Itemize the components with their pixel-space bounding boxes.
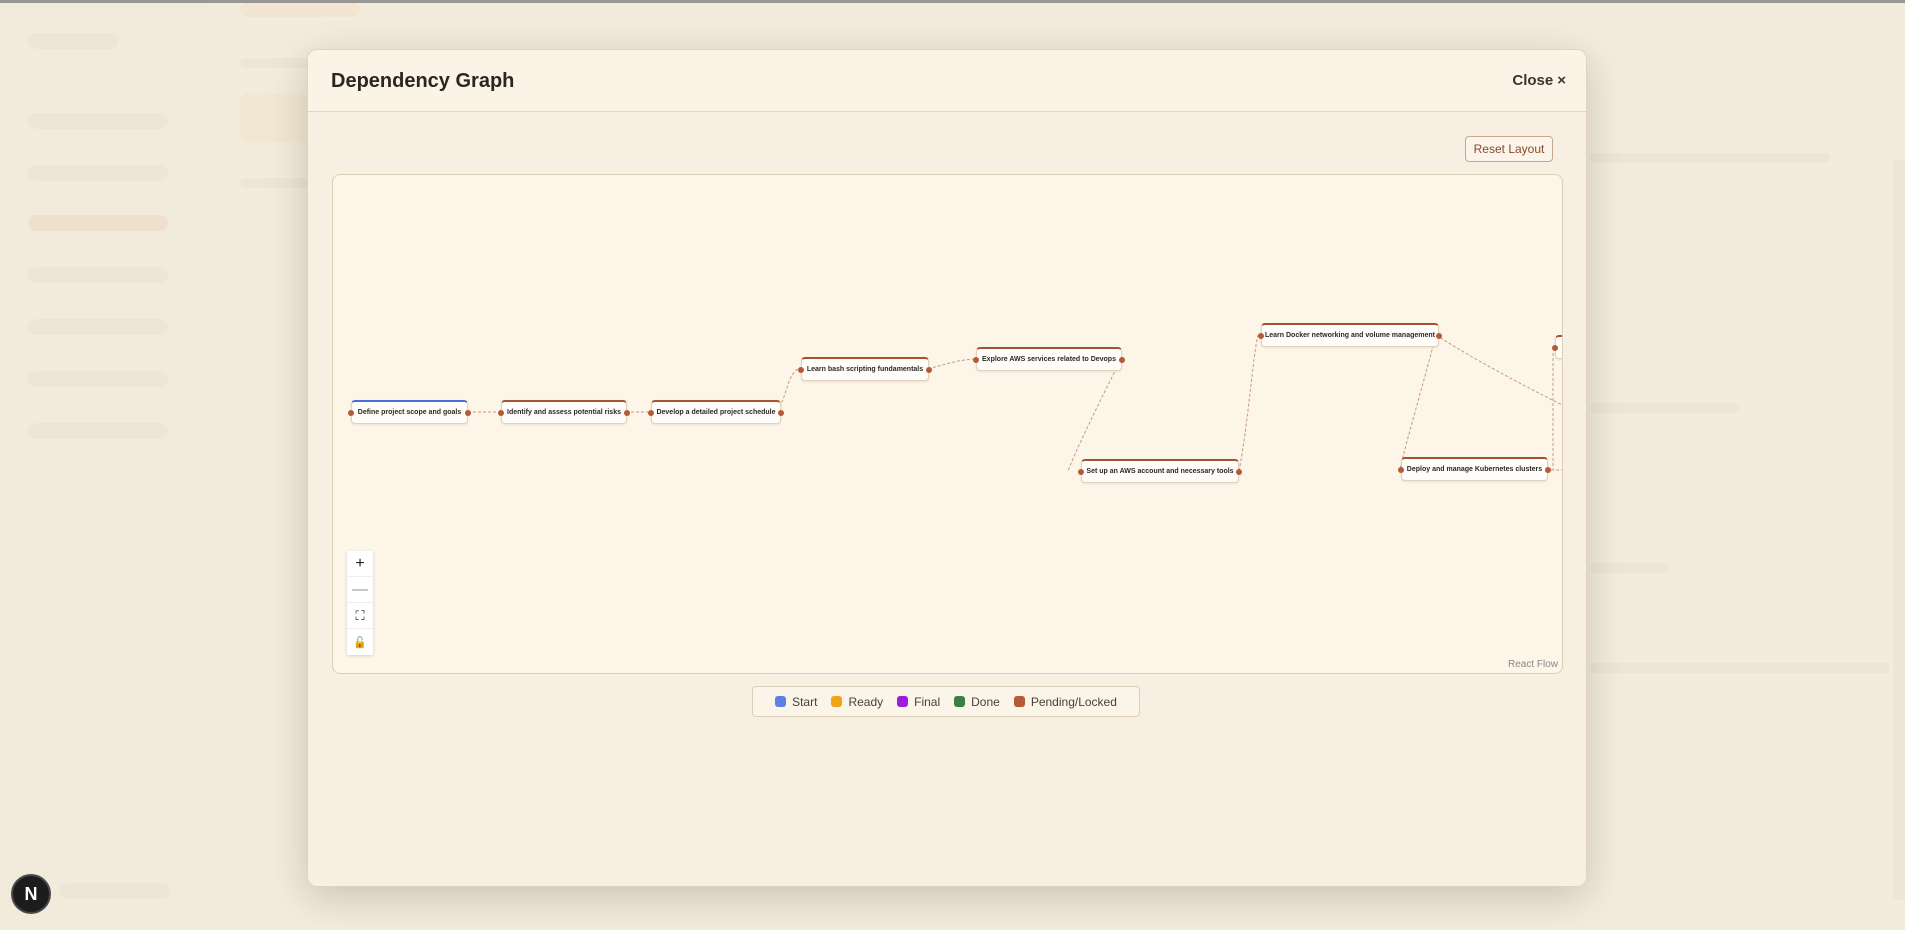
legend-item-ready: Ready bbox=[831, 695, 883, 709]
legend-swatch bbox=[1013, 696, 1025, 707]
node-target-handle[interactable] bbox=[498, 409, 504, 416]
zoom-in-button[interactable]: + bbox=[347, 551, 373, 577]
modal-title: Dependency Graph bbox=[331, 70, 515, 92]
node-label: Define project scope and goals bbox=[357, 409, 462, 416]
legend-item-start: Start bbox=[775, 695, 817, 709]
modal-header: Dependency Graph Close × bbox=[308, 50, 1586, 112]
legend-swatch bbox=[897, 696, 909, 707]
close-button[interactable]: Close × bbox=[1512, 72, 1566, 89]
badge-letter: N bbox=[24, 883, 38, 904]
node-source-handle[interactable] bbox=[624, 409, 630, 416]
node-target-handle[interactable] bbox=[1078, 468, 1084, 475]
legend-label: Start bbox=[792, 694, 818, 709]
legend-item-pending: Pending/Locked bbox=[1013, 694, 1117, 709]
graph-node-aws-services[interactable]: Explore AWS services related to Devops bbox=[973, 347, 1125, 371]
node-target-handle[interactable] bbox=[348, 409, 354, 416]
node-label: Explore AWS services related to Devops bbox=[982, 356, 1116, 363]
node-label: Set up an AWS account and necessary tool… bbox=[1086, 468, 1234, 475]
graph-node-project-schedule[interactable]: Develop a detailed project schedule bbox=[648, 400, 784, 424]
legend-swatch bbox=[775, 696, 787, 707]
node-source-handle[interactable] bbox=[1436, 332, 1442, 339]
legend-label: Pending/Locked bbox=[1030, 694, 1117, 709]
edge bbox=[1238, 334, 1259, 472]
node-source-handle[interactable] bbox=[1119, 356, 1125, 363]
legend-item-final: Final bbox=[897, 695, 940, 709]
legend-label: Ready bbox=[848, 694, 884, 709]
dependency-graph-modal: Dependency Graph Close × Reset Layout De… bbox=[307, 49, 1587, 887]
graph-node-assess-risks[interactable]: Identify and assess potential risks bbox=[498, 400, 630, 424]
node-target-handle[interactable] bbox=[1552, 344, 1558, 351]
graph-node-docker-networking[interactable]: Learn Docker networking and volume manag… bbox=[1258, 323, 1442, 347]
legend-label: Done bbox=[971, 694, 1000, 709]
zoom-out-button[interactable]: — bbox=[347, 577, 373, 603]
graph-canvas[interactable]: Define project scope and goals Identify … bbox=[332, 174, 1563, 674]
node-target-handle[interactable] bbox=[648, 409, 654, 416]
legend-swatch bbox=[831, 696, 843, 707]
edge bbox=[927, 358, 974, 370]
graph-node-bash-scripting[interactable]: Learn bash scripting fundamentals bbox=[798, 357, 932, 381]
node-source-handle[interactable] bbox=[778, 409, 784, 416]
node-label: Identify and assess potential risks bbox=[507, 409, 621, 416]
node-source-handle[interactable] bbox=[465, 409, 471, 416]
graph-edges bbox=[468, 334, 1562, 472]
node-source-handle[interactable] bbox=[926, 366, 932, 373]
node-source-handle[interactable] bbox=[1545, 466, 1551, 473]
status-legend: Start Ready Final Done Pending/Locked bbox=[752, 686, 1140, 717]
node-label: Develop a detailed project schedule bbox=[656, 409, 776, 416]
fit-view-button[interactable]: ⛶ bbox=[347, 603, 373, 629]
close-label: Close bbox=[1512, 72, 1554, 89]
graph-node-kubernetes-clusters[interactable]: Deploy and manage Kubernetes clusters bbox=[1398, 457, 1551, 481]
node-target-handle[interactable] bbox=[1258, 332, 1264, 339]
node-target-handle[interactable] bbox=[798, 366, 804, 373]
react-flow-attribution[interactable]: React Flow bbox=[1508, 659, 1558, 670]
graph-node-offscreen[interactable] bbox=[1552, 335, 1562, 359]
edge bbox=[1067, 358, 1122, 472]
edge bbox=[777, 368, 799, 413]
graph-node-define-scope[interactable]: Define project scope and goals bbox=[348, 400, 471, 424]
node-label: Deploy and manage Kubernetes clusters bbox=[1406, 466, 1543, 473]
graph-node-aws-account[interactable]: Set up an AWS account and necessary tool… bbox=[1078, 459, 1242, 483]
node-label: Learn Docker networking and volume manag… bbox=[1265, 332, 1435, 339]
legend-label: Final bbox=[914, 694, 941, 709]
edge bbox=[1399, 334, 1437, 470]
node-target-handle[interactable] bbox=[1398, 466, 1404, 473]
next-dev-badge[interactable]: N bbox=[11, 874, 51, 914]
legend-swatch bbox=[954, 696, 966, 707]
node-source-handle[interactable] bbox=[1236, 468, 1242, 475]
node-label: Learn bash scripting fundamentals bbox=[806, 366, 924, 373]
legend-item-done: Done bbox=[954, 695, 1000, 709]
lock-icon[interactable]: 🔓 bbox=[347, 629, 373, 655]
reset-layout-button[interactable]: Reset Layout bbox=[1465, 136, 1553, 162]
graph-controls: + — ⛶ 🔓 bbox=[347, 551, 373, 655]
close-icon: × bbox=[1557, 72, 1566, 89]
node-target-handle[interactable] bbox=[973, 356, 979, 363]
edge bbox=[1435, 334, 1562, 406]
